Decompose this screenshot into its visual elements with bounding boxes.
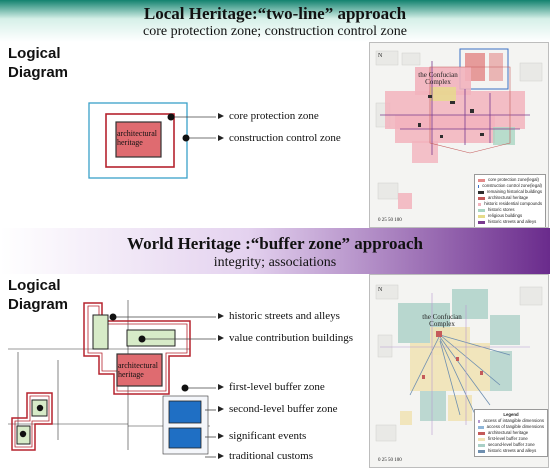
arrow-icon [218,433,224,439]
marker-dot-small-building-2 [19,430,27,438]
arrow-icon [218,453,224,459]
legend-swatch [478,437,485,441]
arrow-icon [218,384,224,390]
value-building-2 [126,329,176,347]
section2-map-legend: Legend access of intangible dimensions a… [474,409,548,457]
label-first-level-buffer: first-level buffer zone [229,381,325,393]
legend-item: historic streets and alleys [478,448,544,454]
label-value-buildings: value contribution buildings [229,332,354,344]
value-building-1 [92,314,109,350]
heritage-box-label-2: architectural heritage [118,361,158,379]
arrow-icon [218,313,224,319]
marker-dot-first-buffer [181,384,189,392]
label-traditional-customs: traditional customs [229,450,314,462]
marker-dot-streets [109,313,117,321]
heritage-box-label-line2: heritage [118,370,144,379]
heritage-box-label-line1: architectural [118,361,158,370]
legend-swatch [478,443,485,447]
legend-swatch [478,419,481,423]
svg-text:0 25 50 100: 0 25 50 100 [378,458,402,463]
label-significant-events: significant events [229,430,307,442]
marker-dot-small-building [36,404,44,412]
second-level-building-1 [168,400,202,424]
map2-confucian-label-line2: Complex [429,320,455,328]
svg-text:N: N [378,287,383,293]
arrow-icon [218,335,224,341]
label-historic-streets: historic streets and alleys [229,310,340,322]
arrow-icon [218,406,224,412]
label-second-level-buffer: second-level buffer zone [229,403,338,415]
marker-dot-value-buildings [138,335,146,343]
section2-map: the Confucian Complex N 0 25 50 100 Lege… [369,274,549,468]
legend-swatch [478,431,485,435]
legend-swatch [478,449,485,453]
second-level-building-2 [168,427,202,449]
legend-swatch [478,425,484,429]
